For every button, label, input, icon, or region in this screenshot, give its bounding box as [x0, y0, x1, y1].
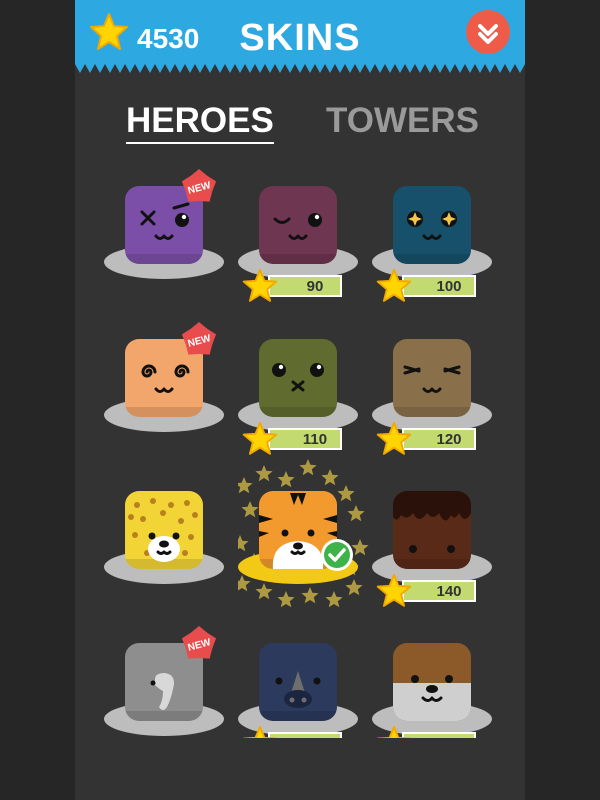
tab-heroes-label: HEROES	[126, 101, 274, 140]
price-tag: 90	[268, 275, 342, 297]
new-badge-icon: NEW	[181, 322, 217, 355]
skin-face	[393, 339, 471, 417]
header-bar: 4530 SKINS	[75, 0, 525, 64]
chevron-down-icon	[478, 24, 498, 44]
price-tag: 100	[402, 275, 476, 297]
skins-screen: 4530 SKINS HEROES TOWERS NEW 90 100 NEW 110 1…	[75, 0, 525, 800]
skin-price: 120	[436, 431, 462, 448]
skin-slot-pout[interactable]: 110	[238, 336, 372, 486]
skin-slot-cheetah[interactable]	[104, 488, 238, 638]
skin-slot-chocolate[interactable]: 140	[372, 488, 506, 638]
tab-towers[interactable]: TOWERS	[326, 100, 479, 142]
header-zigzag-edge	[75, 64, 525, 73]
price-tag: 120	[402, 428, 476, 450]
page-title: SKINS	[239, 17, 361, 59]
star-coin-icon	[376, 573, 412, 607]
price-tag: 110	[268, 428, 342, 450]
skin-face	[125, 491, 203, 569]
tab-heroes[interactable]: HEROES	[126, 100, 274, 144]
skin-price: 140	[436, 583, 462, 600]
skin-price: 90	[306, 278, 324, 295]
close-button[interactable]	[466, 10, 510, 54]
new-badge-icon: NEW	[181, 169, 217, 202]
skin-price: 100	[436, 278, 462, 295]
skin-price: 110	[302, 431, 328, 448]
new-badge-icon: NEW	[181, 626, 217, 659]
skin-face	[393, 491, 471, 569]
skin-face	[259, 186, 337, 264]
skin-face	[259, 643, 337, 721]
tab-towers-label: TOWERS	[326, 101, 479, 140]
skin-face	[259, 339, 337, 417]
skin-face	[393, 186, 471, 264]
skin-slot-content[interactable]: 120	[372, 336, 506, 486]
skin-slot-sparkle[interactable]: 100	[372, 183, 506, 333]
skin-slot-wink[interactable]: 90	[238, 183, 372, 333]
skin-slot-tiger[interactable]	[238, 459, 372, 638]
skin-face	[393, 643, 471, 721]
star-coin-icon	[242, 421, 278, 455]
star-coin-icon	[242, 268, 278, 302]
price-tag: 140	[402, 580, 476, 602]
skin-slot-x-wink[interactable]: NEW	[104, 169, 238, 333]
star-coin-icon	[376, 421, 412, 455]
star-coin-icon	[376, 268, 412, 302]
selected-check-icon	[321, 539, 353, 571]
skin-slot-dizzy[interactable]: NEW	[104, 322, 238, 486]
active-tab-underline	[126, 142, 274, 144]
grid-bottom-clip	[75, 738, 525, 800]
